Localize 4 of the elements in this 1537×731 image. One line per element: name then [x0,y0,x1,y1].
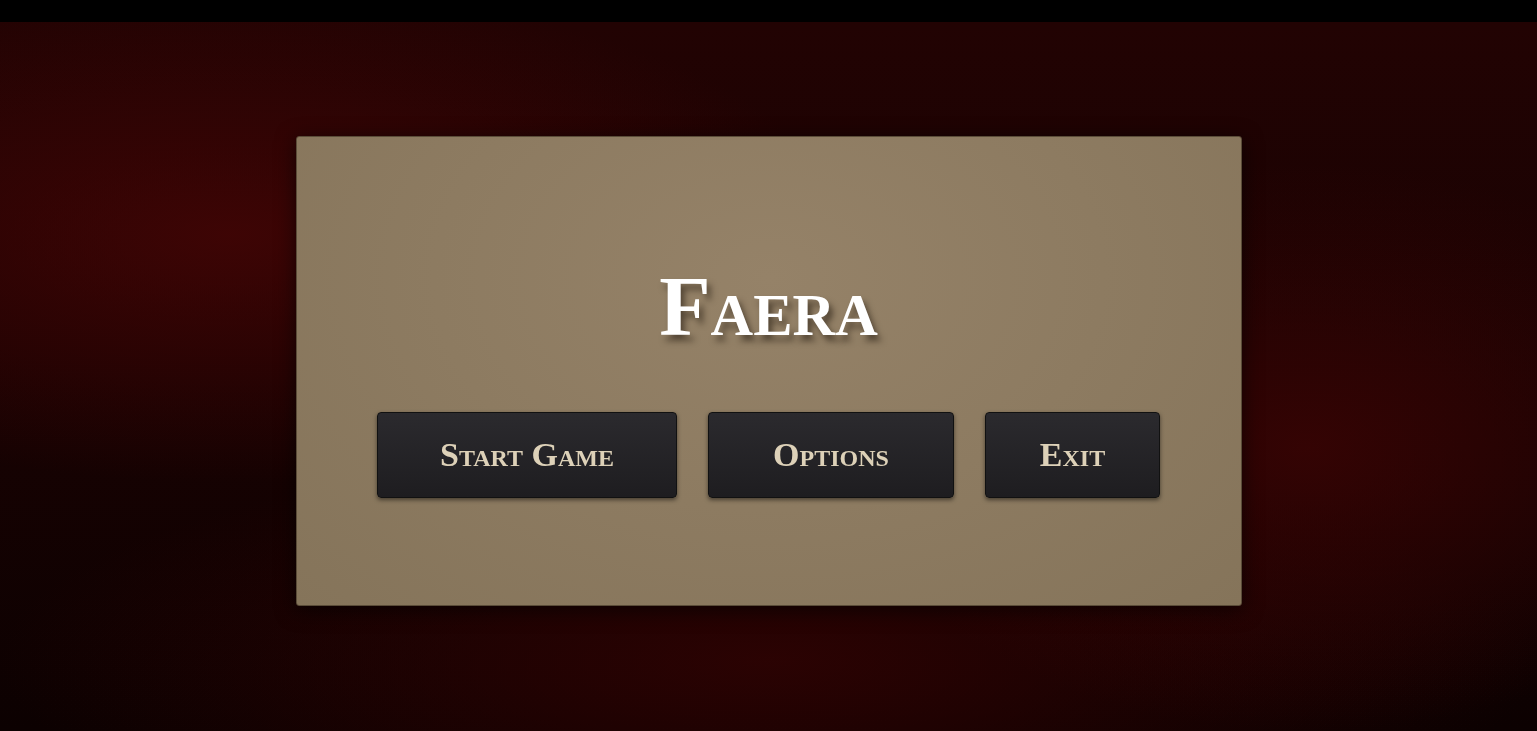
menu-button[interactable]: Exit [985,412,1160,498]
menu-button[interactable]: Start Game [377,412,677,498]
menu-button[interactable]: Options [708,412,954,498]
game-title: Faera [659,265,878,349]
